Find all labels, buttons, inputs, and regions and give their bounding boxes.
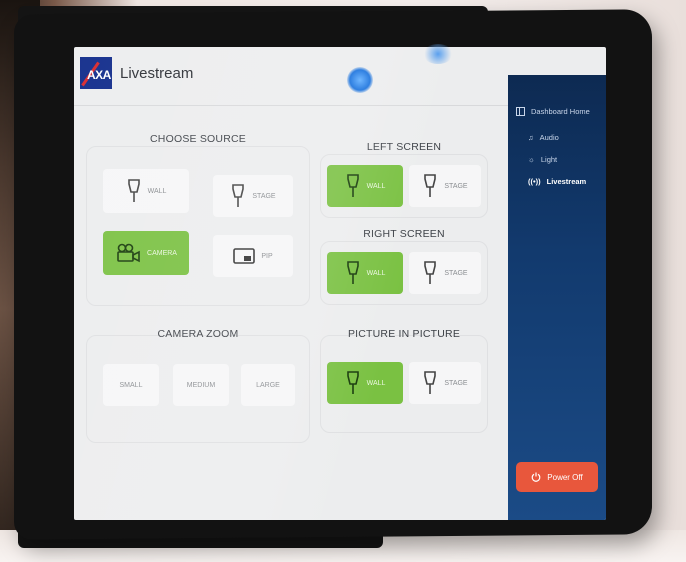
zoom-large-button[interactable]: LARGE: [241, 364, 295, 406]
pip-group: PICTURE IN PICTURE WALL STAGE: [320, 328, 488, 433]
music-note-icon: ♫: [528, 133, 534, 142]
left-screen-wall-button[interactable]: WALL: [327, 165, 403, 207]
power-off-button[interactable]: Power Off: [516, 462, 598, 492]
plug-icon: [346, 371, 359, 394]
sidebar-item-light[interactable]: ☼ Light: [528, 155, 557, 164]
broadcast-icon: ((•)): [528, 177, 541, 186]
choose-source-title: CHOOSE SOURCE: [150, 133, 246, 145]
pip-stage-button[interactable]: STAGE: [409, 362, 481, 404]
light-reflection: [423, 44, 453, 64]
source-stage-button[interactable]: STAGE: [213, 175, 293, 217]
sun-icon: ☼: [528, 155, 535, 164]
source-pip-button[interactable]: PIP: [213, 235, 293, 277]
plug-icon: [346, 261, 359, 284]
power-icon: [531, 472, 541, 482]
pip-icon: [233, 248, 256, 264]
plug-icon: [424, 261, 437, 284]
page-title: Livestream: [120, 65, 194, 82]
right-screen-group: RIGHT SCREEN WALL STAGE: [320, 228, 488, 305]
camera-zoom-group: CAMERA ZOOM SMALL MEDIUM LARGE: [86, 328, 310, 443]
pip-wall-button[interactable]: WALL: [327, 362, 403, 404]
dashboard-icon: [516, 107, 525, 116]
plug-icon: [346, 174, 359, 197]
right-screen-wall-button[interactable]: WALL: [327, 252, 403, 294]
sidebar: Dashboard Home ♫ Audio ☼ Light ((•)) Liv…: [508, 75, 606, 520]
top-divider: [74, 105, 508, 106]
video-camera-icon: [117, 243, 140, 263]
axa-logo: AXA: [80, 57, 112, 89]
plug-icon: [424, 174, 437, 197]
right-screen-stage-button[interactable]: STAGE: [409, 252, 481, 294]
source-camera-button[interactable]: CAMERA: [103, 231, 189, 275]
source-wall-button[interactable]: WALL: [103, 169, 189, 213]
plug-icon: [424, 371, 437, 394]
left-screen-stage-button[interactable]: STAGE: [409, 165, 481, 207]
right-screen-title: RIGHT SCREEN: [363, 228, 445, 240]
left-screen-title: LEFT SCREEN: [366, 141, 442, 153]
choose-source-group: CHOOSE SOURCE WALL STAGE CAMERA PIP: [86, 133, 310, 306]
sidebar-item-dashboard[interactable]: Dashboard Home: [516, 107, 590, 116]
plug-icon: [232, 184, 245, 207]
zoom-medium-button[interactable]: MEDIUM: [173, 364, 229, 406]
pip-title: PICTURE IN PICTURE: [347, 328, 461, 340]
left-screen-group: LEFT SCREEN WALL STAGE: [320, 141, 488, 218]
camera-zoom-title: CAMERA ZOOM: [157, 328, 239, 340]
camera-light-reflection: [347, 67, 373, 93]
plug-icon: [127, 179, 140, 202]
sidebar-item-audio[interactable]: ♫ Audio: [528, 133, 559, 142]
sidebar-item-livestream[interactable]: ((•)) Livestream: [528, 177, 586, 186]
zoom-small-button[interactable]: SMALL: [103, 364, 159, 406]
tablet-screen: AXA Livestream CHOOSE SOURCE WALL STAGE …: [74, 47, 606, 520]
